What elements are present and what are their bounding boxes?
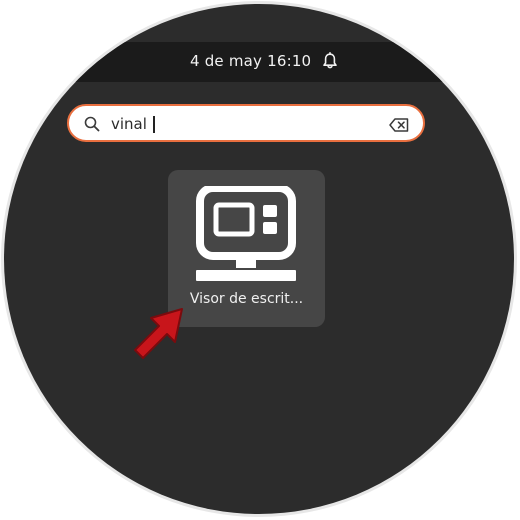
top-bar-center: 4 de may 16:10 [190,52,339,70]
zoom-circle: 4 de may 16:10 vinal Visor de escrit... [4,4,514,514]
red-pointer-arrow-icon [127,304,187,364]
clock[interactable]: 4 de may 16:10 [190,52,311,70]
backspace-clear-icon[interactable] [389,117,409,132]
app-result-tile[interactable]: Visor de escrit... [168,170,325,327]
search-bar[interactable] [67,104,425,142]
top-bar: 4 de may 16:10 [4,42,514,82]
bell-icon[interactable] [321,52,339,70]
search-input[interactable] [111,113,381,135]
screenshot-stage: 4 de may 16:10 vinal Visor de escrit... [0,0,520,520]
search-icon [84,116,100,132]
app-result-label: Visor de escrit... [189,291,304,307]
text-caret [153,116,155,133]
remote-desktop-viewer-icon [192,184,300,286]
